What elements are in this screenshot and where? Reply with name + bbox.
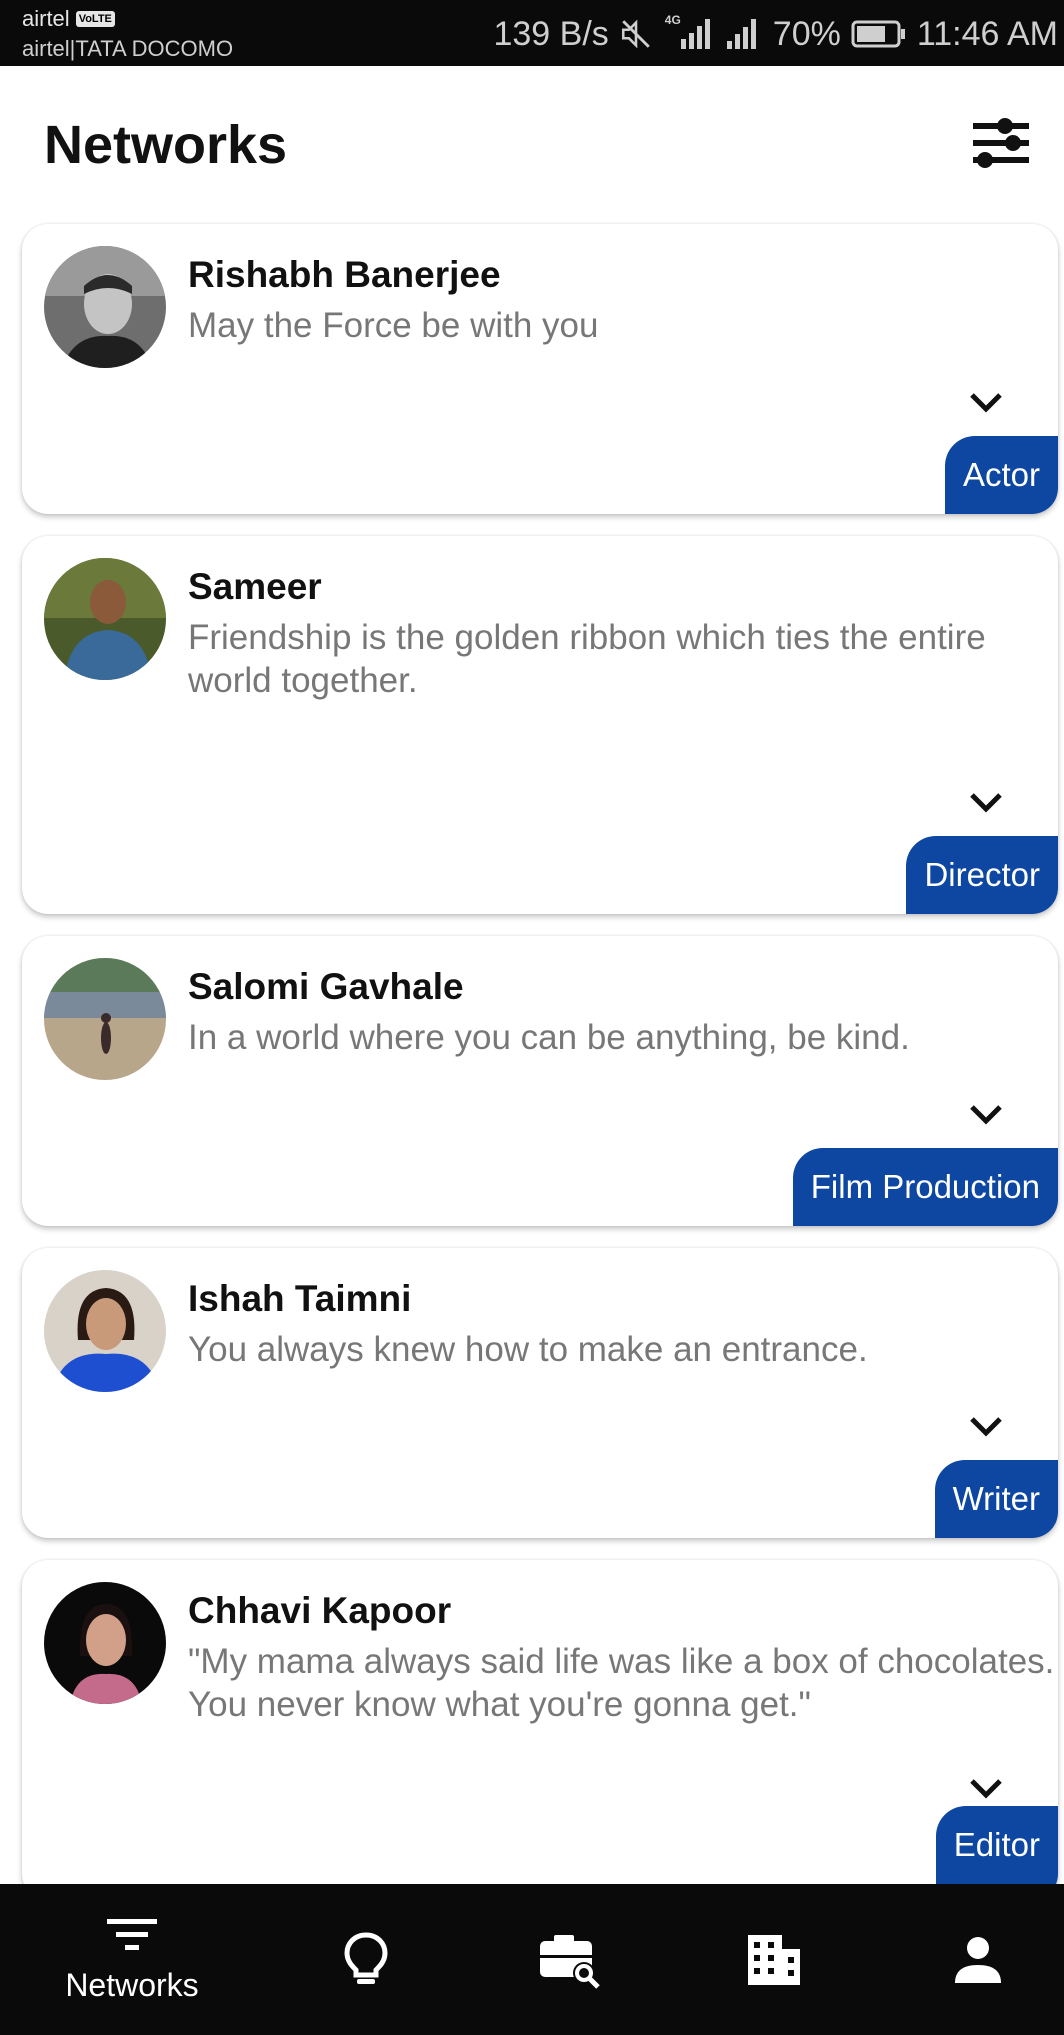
role-badge: Writer (934, 1460, 1058, 1538)
expand-button[interactable] (964, 1766, 1008, 1810)
nav-label-networks: Networks (65, 1967, 199, 2003)
page-title: Networks (44, 115, 288, 175)
signal-icon: 4G (663, 13, 713, 51)
expand-button[interactable] (964, 1092, 1008, 1136)
chevron-down-icon (970, 1105, 1002, 1125)
avatar[interactable] (44, 1270, 166, 1392)
net-speed: 139 B/s (493, 14, 609, 53)
app-header: Networks (0, 66, 1064, 222)
profile-card[interactable]: Salomi Gavhale In a world where you can … (22, 936, 1058, 1226)
status-indicators: 139 B/s 4G 70% 11:46 AM (493, 12, 1058, 56)
lightbulb-icon (344, 1931, 388, 1984)
profile-name: Ishah Taimni (188, 1278, 412, 1319)
chevron-down-icon (970, 1779, 1002, 1799)
expand-button[interactable] (964, 380, 1008, 424)
avatar[interactable] (44, 246, 166, 368)
profile-card[interactable]: Rishabh Banerjee May the Force be with y… (22, 224, 1058, 514)
filter-button[interactable] (968, 110, 1034, 176)
profile-card[interactable]: Ishah Taimni You always knew how to make… (22, 1248, 1058, 1538)
profile-name: Rishabh Banerjee (188, 254, 501, 295)
carrier-primary: airtel VoLTE (22, 6, 115, 32)
profile-quote: In a world where you can be anything, be… (188, 1018, 910, 1057)
signal-icon (723, 17, 763, 51)
profile-quote: May the Force be with you (188, 306, 599, 345)
chevron-down-icon (970, 1417, 1002, 1437)
nav-item-profile[interactable] (918, 1884, 1038, 2035)
clock: 11:46 AM (916, 14, 1058, 53)
status-bar: airtel VoLTE airtel|TATA DOCOMO 139 B/s … (0, 0, 1064, 66)
profile-quote: "My mama always said life was like a box… (188, 1642, 1055, 1724)
profile-name: Salomi Gavhale (188, 966, 464, 1007)
nav-item-ideas[interactable] (306, 1884, 426, 2035)
avatar[interactable] (44, 558, 166, 680)
expand-button[interactable] (964, 1404, 1008, 1448)
battery-icon (851, 19, 907, 49)
person-icon (955, 1936, 1001, 1983)
mute-icon (619, 17, 653, 51)
volte-badge: VoLTE (75, 11, 115, 27)
building-icon (748, 1934, 800, 1985)
avatar[interactable] (44, 958, 166, 1080)
bottom-navigation: Networks (0, 1884, 1064, 2035)
profile-name: Chhavi Kapoor (188, 1590, 452, 1631)
profile-card[interactable]: Chhavi Kapoor "My mama always said life … (22, 1560, 1058, 1900)
avatar[interactable] (44, 1582, 166, 1704)
carrier-primary-label: airtel (22, 6, 70, 31)
role-badge: Editor (935, 1806, 1058, 1884)
sliders-icon (973, 118, 1029, 168)
battery-percent: 70% (772, 14, 841, 53)
expand-button[interactable] (964, 780, 1008, 824)
nav-item-companies[interactable] (714, 1884, 834, 2035)
profile-quote: Friendship is the golden ribbon which ti… (188, 618, 986, 700)
profile-name: Sameer (188, 566, 322, 607)
role-badge: Film Production (792, 1148, 1058, 1226)
chevron-down-icon (970, 793, 1002, 813)
chevron-down-icon (970, 393, 1002, 413)
carrier-secondary: airtel|TATA DOCOMO (22, 36, 234, 61)
profile-card[interactable]: Sameer Friendship is the golden ribbon w… (22, 536, 1058, 914)
filter-list-icon (107, 1919, 157, 1950)
nav-item-jobs[interactable] (510, 1884, 630, 2035)
role-badge: Director (906, 836, 1058, 914)
role-badge: Actor (944, 436, 1058, 514)
camera-search-icon (540, 1934, 600, 1989)
profile-quote: You always knew how to make an entrance. (188, 1330, 868, 1369)
nav-item-networks[interactable]: Networks (32, 1884, 232, 2035)
network-type: 4G (664, 13, 681, 27)
